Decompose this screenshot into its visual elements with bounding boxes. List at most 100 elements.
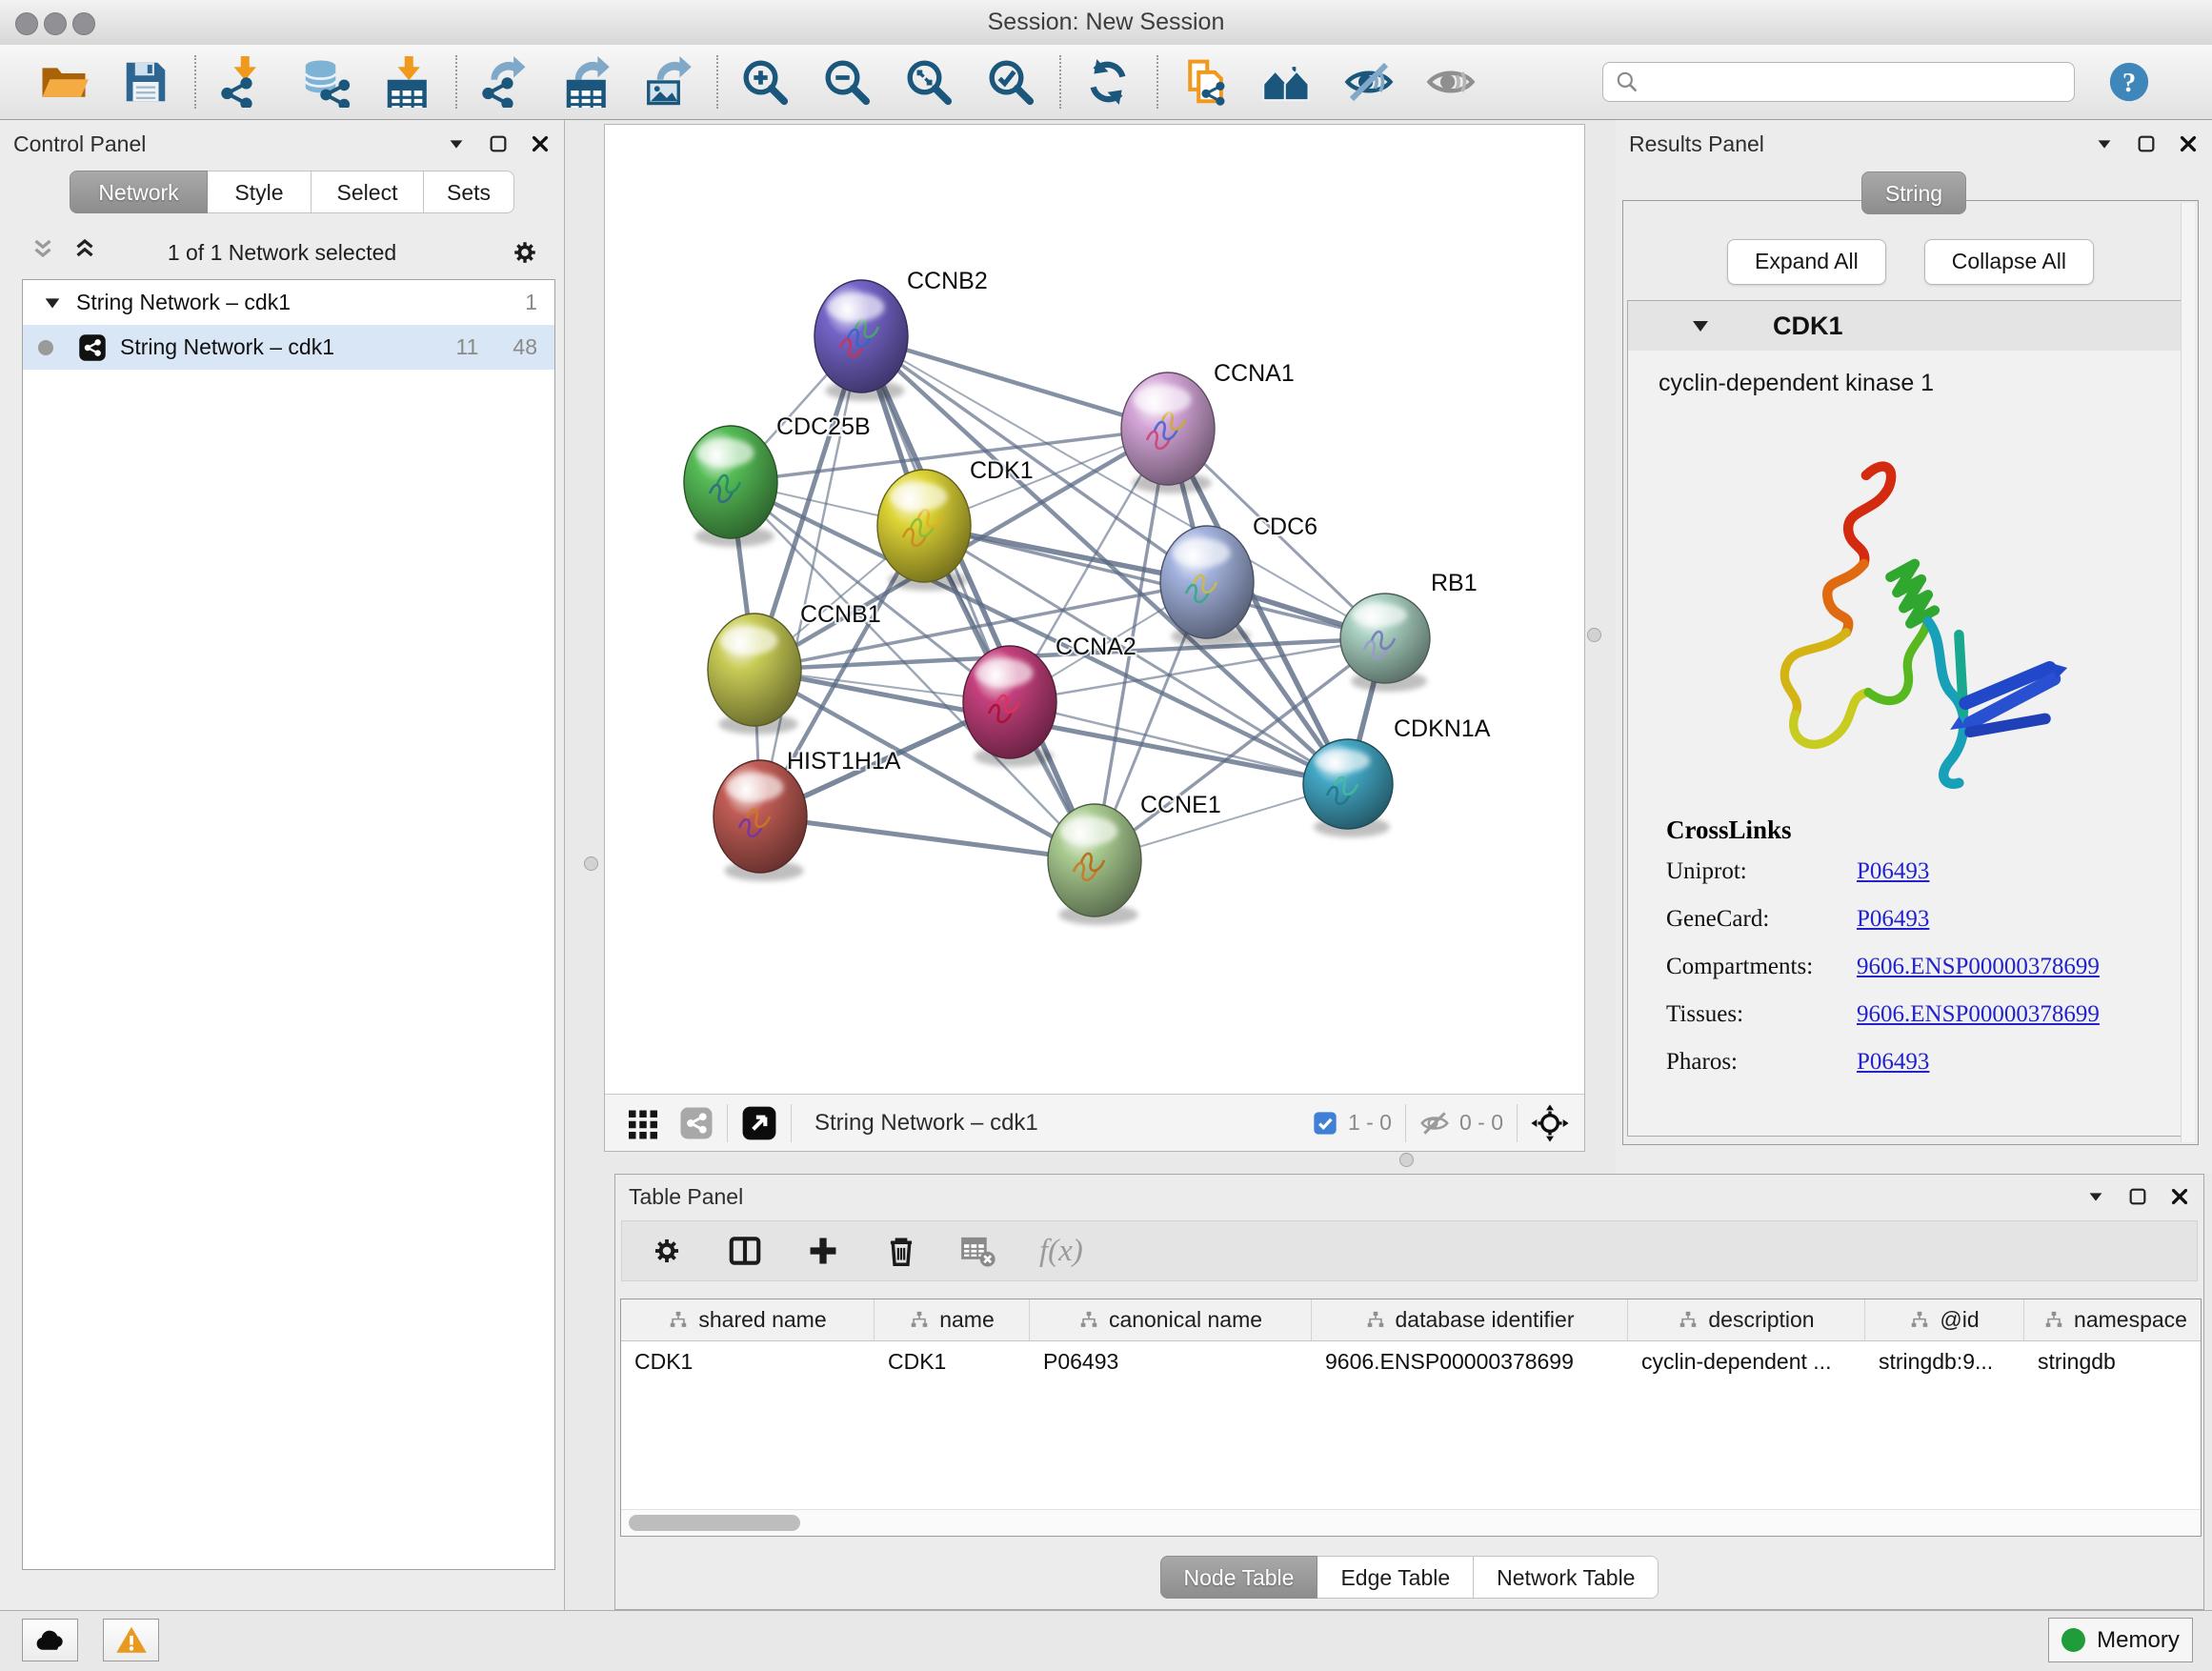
network-graph[interactable]: CCNB2 CCNA1 CDC25B CDK1 CDC6 RB1 CCNB1 C… [605, 125, 1584, 1095]
tab-node-table[interactable]: Node Table [1160, 1556, 1318, 1599]
float-panel-icon[interactable] [2136, 133, 2157, 154]
selected-checkbox-icon[interactable] [1312, 1110, 1338, 1137]
crosslink-link[interactable]: P06493 [1857, 858, 1929, 885]
table-cell[interactable]: stringdb:9... [1865, 1341, 2024, 1382]
column-header-name[interactable]: name [875, 1299, 1030, 1340]
right-splitter-handle[interactable] [1587, 628, 1601, 642]
import-table-file-icon[interactable] [381, 56, 432, 108]
gene-section-header[interactable]: CDK1 [1628, 301, 2193, 352]
table-row[interactable]: CDK1CDK1P064939606.ENSP00000378699cyclin… [621, 1341, 2201, 1382]
zoom-in-icon[interactable] [739, 56, 791, 108]
tab-network[interactable]: Network [70, 171, 208, 213]
close-window-button[interactable] [15, 12, 38, 35]
help-button[interactable]: ? [2103, 56, 2155, 108]
edge-hist1h1a-ccne1[interactable] [760, 816, 1095, 860]
expand-all-networks-icon[interactable] [70, 236, 99, 270]
tab-style[interactable]: Style [208, 171, 312, 213]
table-cell[interactable]: 9606.ENSP00000378699 [1312, 1341, 1628, 1382]
hide-selected-icon[interactable] [1343, 56, 1395, 108]
crosslink-link[interactable]: P06493 [1857, 1049, 1929, 1076]
export-image-icon[interactable] [642, 56, 694, 108]
create-column-icon[interactable] [805, 1233, 841, 1269]
table-cell[interactable]: cyclin-dependent ... [1628, 1341, 1865, 1382]
close-panel-icon[interactable] [2169, 1186, 2190, 1207]
zoom-fit-icon[interactable] [903, 56, 955, 108]
node-cdc25b[interactable]: CDC25B [684, 413, 871, 547]
tab-string[interactable]: String [1861, 171, 1966, 214]
network-view[interactable]: CCNB2 CCNA1 CDC25B CDK1 CDC6 RB1 CCNB1 C… [604, 124, 1585, 1152]
import-network-file-icon[interactable] [217, 56, 269, 108]
cloud-button[interactable] [22, 1619, 78, 1661]
network-options-gear-icon[interactable] [509, 236, 541, 269]
table-cell[interactable]: stringdb [2024, 1341, 2202, 1382]
column-header-database-identifier[interactable]: database identifier [1312, 1299, 1628, 1340]
column-header-shared-name[interactable]: shared name [621, 1299, 875, 1340]
zoom-out-icon[interactable] [821, 56, 873, 108]
crosslink-link[interactable]: 9606.ENSP00000378699 [1857, 954, 2100, 980]
node-ccna1[interactable]: CCNA1 [1121, 360, 1295, 493]
collapse-panel-icon[interactable] [2094, 133, 2115, 154]
birds-eye-view-icon[interactable] [679, 1106, 714, 1140]
bottom-splitter-handle[interactable] [1399, 1153, 1414, 1167]
tab-sets[interactable]: Sets [424, 171, 514, 213]
edge-ccnb2-hist1h1a[interactable] [760, 336, 861, 816]
node-rb1[interactable]: RB1 [1340, 570, 1478, 692]
collapse-all-button[interactable]: Collapse All [1924, 239, 2094, 285]
float-panel-icon[interactable] [488, 133, 509, 154]
clone-network-icon[interactable] [1179, 56, 1231, 108]
collapse-all-networks-icon[interactable] [29, 236, 57, 270]
grid-view-icon[interactable] [626, 1106, 660, 1140]
column-header-canonical-name[interactable]: canonical name [1030, 1299, 1312, 1340]
close-panel-icon[interactable] [2178, 133, 2199, 154]
delete-table-icon[interactable] [961, 1233, 997, 1269]
table-cell[interactable]: P06493 [1030, 1341, 1312, 1382]
node-ccnb2[interactable]: CCNB2 [814, 268, 988, 401]
first-neighbors-icon[interactable] [1261, 56, 1313, 108]
node-ccnb1[interactable]: CCNB1 [708, 601, 881, 735]
expand-all-button[interactable]: Expand All [1727, 239, 1886, 285]
import-network-database-icon[interactable] [299, 56, 351, 108]
search-box[interactable] [1602, 62, 2075, 102]
table-cell[interactable]: CDK1 [621, 1341, 875, 1382]
column-header-description[interactable]: description [1628, 1299, 1865, 1340]
scrollbar-thumb[interactable] [629, 1515, 800, 1531]
save-session-icon[interactable] [120, 56, 171, 108]
crosslink-link[interactable]: 9606.ENSP00000378699 [1857, 1001, 2100, 1028]
search-input[interactable] [1647, 69, 2062, 96]
delete-column-icon[interactable] [883, 1233, 919, 1269]
node-hist1h1a[interactable]: HIST1H1A [714, 748, 901, 881]
show-columns-icon[interactable] [727, 1233, 763, 1269]
column-header-namespace[interactable]: namespace [2024, 1299, 2202, 1340]
zoom-selected-icon[interactable] [985, 56, 1036, 108]
results-scrollbar[interactable] [2181, 203, 2195, 1142]
detach-view-icon[interactable] [741, 1105, 777, 1141]
table-cell[interactable]: CDK1 [875, 1341, 1030, 1382]
close-panel-icon[interactable] [530, 133, 551, 154]
float-panel-icon[interactable] [2127, 1186, 2148, 1207]
network-row-selected[interactable]: String Network – cdk1 11 48 [23, 325, 554, 370]
section-expand-triangle[interactable] [1689, 314, 1712, 337]
function-builder-icon[interactable]: f(x) [1039, 1234, 1083, 1269]
tab-select[interactable]: Select [312, 171, 424, 213]
export-network-icon[interactable] [478, 56, 530, 108]
collapse-panel-icon[interactable] [2085, 1186, 2106, 1207]
zoom-window-button[interactable] [72, 12, 95, 35]
node-ccne1[interactable]: CCNE1 [1048, 792, 1221, 925]
minimize-window-button[interactable] [44, 12, 67, 35]
network-collection-row[interactable]: String Network – cdk1 1 [23, 280, 554, 325]
tab-edge-table[interactable]: Edge Table [1317, 1556, 1474, 1599]
node-cdkn1a[interactable]: CDKN1A [1303, 715, 1491, 837]
refresh-view-icon[interactable] [1082, 56, 1134, 108]
warning-button[interactable] [103, 1619, 159, 1661]
column-header-id[interactable]: @id [1865, 1299, 2024, 1340]
edge-ccnb2-ccne1[interactable] [861, 336, 1095, 860]
left-splitter-handle[interactable] [584, 856, 598, 871]
collection-expand-triangle[interactable] [42, 292, 63, 313]
collapse-panel-icon[interactable] [446, 133, 467, 154]
table-settings-gear-icon[interactable] [649, 1233, 685, 1269]
table-horizontal-scrollbar[interactable] [621, 1509, 2201, 1536]
export-table-icon[interactable] [560, 56, 612, 108]
crosslink-link[interactable]: P06493 [1857, 906, 1929, 933]
fit-content-crosshair-icon[interactable] [1531, 1104, 1569, 1142]
memory-button[interactable]: Memory [2048, 1618, 2193, 1662]
